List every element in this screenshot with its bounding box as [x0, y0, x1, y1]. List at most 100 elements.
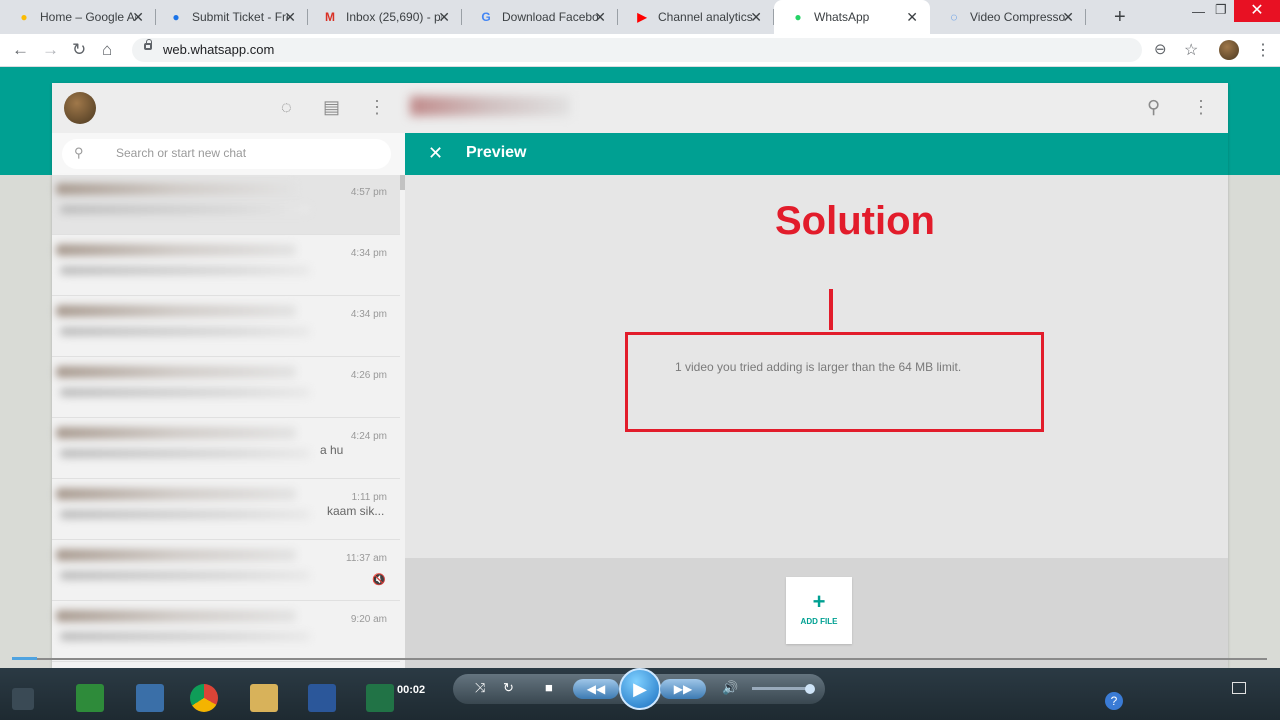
search-placeholder: Search or start new chat: [116, 146, 247, 160]
chat-list-item[interactable]: 11:37 am 🔇: [52, 541, 400, 601]
lock-icon[interactable]: [144, 39, 152, 50]
muted-icon: 🔇: [372, 574, 386, 586]
search-icon: ⚲: [74, 145, 84, 160]
paint-icon[interactable]: [136, 684, 164, 712]
repeat-icon[interactable]: ↻: [503, 680, 514, 696]
contact-name-blurred: [56, 183, 296, 195]
tab-title: Submit Ticket - Freshdesk: [192, 10, 288, 24]
my-profile-avatar[interactable]: [64, 92, 96, 124]
chat-time: 4:34 pm: [350, 248, 387, 259]
store-icon[interactable]: [76, 684, 104, 712]
show-desktop-icon[interactable]: [1232, 682, 1246, 694]
tab-close-icon[interactable]: ✕: [132, 9, 144, 26]
volume-knob[interactable]: [805, 684, 815, 694]
chat-time: 11:37 am: [346, 553, 387, 564]
contact-name-blurred: [410, 96, 570, 116]
tab-close-icon[interactable]: ✕: [438, 9, 450, 26]
tab-title: Inbox (25,690) - private: [346, 10, 442, 24]
tab-5[interactable]: ▶ Channel analytics - YouTube✕: [618, 0, 774, 34]
word-icon[interactable]: [308, 684, 336, 712]
chrome-taskbar-icon[interactable]: [190, 684, 218, 712]
contact-name-blurred: [56, 305, 296, 317]
contact-name-blurred: [56, 366, 296, 378]
new-tab-button[interactable]: +: [1114, 6, 1126, 29]
chat-list-item[interactable]: 1:11 pm kaam sik...: [52, 480, 400, 540]
last-message-blurred: [60, 571, 310, 580]
tab-6[interactable]: ● WhatsApp ✕: [774, 0, 930, 34]
chat-time: 4:57 pm: [350, 187, 387, 198]
chat-list-item[interactable]: 4:34 pm: [52, 297, 400, 357]
chat-list-item[interactable]: 4:26 pm: [52, 358, 400, 418]
url-text[interactable]: web.whatsapp.com: [163, 42, 274, 57]
preview-bar: [405, 133, 1228, 175]
zoom-icon[interactable]: ⊖: [1154, 40, 1167, 58]
window-close-icon[interactable]: ✕: [1234, 0, 1280, 22]
restore-icon[interactable]: ❐: [1215, 2, 1227, 18]
tab-7[interactable]: ◌ Video Compressor ✕: [930, 0, 1086, 34]
tab-close-icon[interactable]: ✕: [284, 9, 296, 26]
contact-name-blurred: [56, 427, 296, 439]
chat-list-item[interactable]: 4:24 pm a hu: [52, 419, 400, 479]
video-progress-track[interactable]: [12, 658, 1267, 660]
annotation-pointer-line: [829, 289, 833, 330]
conversation-search-icon[interactable]: ⚲: [1147, 97, 1160, 118]
shuffle-icon[interactable]: ⤨: [475, 680, 485, 696]
tab-title: WhatsApp: [814, 10, 870, 24]
help-icon[interactable]: ?: [1105, 692, 1123, 710]
add-file-button[interactable]: + ADD FILE: [786, 577, 852, 644]
tab-3[interactable]: M Inbox (25,690) - private✕: [306, 0, 462, 34]
tab-title: Channel analytics - YouTube: [658, 10, 754, 24]
profile-avatar[interactable]: [1219, 40, 1239, 60]
tab-4[interactable]: G Download Facebook✕: [462, 0, 618, 34]
sidebar-header: [52, 83, 405, 133]
preview-title: Preview: [466, 144, 527, 161]
stop-icon[interactable]: ■: [545, 680, 553, 695]
tab-2[interactable]: ● Submit Ticket - Freshdesk✕: [152, 0, 308, 34]
chat-list-item[interactable]: 4:34 pm: [52, 236, 400, 296]
conversation-menu-icon[interactable]: ⋮: [1192, 97, 1210, 118]
start-icon[interactable]: [12, 688, 34, 710]
tab-close-icon[interactable]: ✕: [594, 9, 606, 26]
chat-list-item[interactable]: 9:20 am: [52, 602, 400, 662]
contact-name-blurred: [56, 244, 296, 256]
tab-close-icon[interactable]: ✕: [1062, 9, 1074, 26]
whatsapp-icon: ●: [794, 10, 802, 24]
chat-list-item[interactable]: 4:57 pm: [52, 175, 400, 235]
google-ads-icon: ●: [20, 10, 28, 24]
tab-close-icon[interactable]: ✕: [906, 9, 918, 26]
bookmark-star-icon[interactable]: ☆: [1184, 40, 1198, 60]
last-message-snippet: a hu: [320, 443, 344, 457]
forward-icon[interactable]: →: [42, 40, 59, 60]
home-icon[interactable]: ⌂: [102, 40, 112, 60]
tab-1[interactable]: ● Home – Google Ads✕: [0, 0, 156, 34]
excel-icon[interactable]: [366, 684, 394, 712]
file-explorer-icon[interactable]: [250, 684, 278, 712]
minimize-icon[interactable]: —: [1192, 4, 1205, 19]
reload-icon[interactable]: ↻: [72, 40, 86, 60]
plus-icon: +: [812, 589, 826, 614]
last-message-blurred: [60, 510, 310, 519]
tab-separator: [1085, 9, 1086, 25]
loading-icon: ◌: [950, 10, 958, 24]
annotation-highlight-box: [625, 332, 1044, 432]
last-message-snippet: kaam sik...: [327, 504, 385, 518]
sidebar-menu-icon[interactable]: ⋮: [368, 97, 386, 118]
browser-menu-icon[interactable]: ⋮: [1255, 40, 1271, 60]
status-icon[interactable]: ◌: [281, 97, 292, 118]
play-icon[interactable]: ▶: [619, 668, 661, 710]
back-icon[interactable]: ←: [12, 40, 29, 60]
last-message-blurred: [60, 327, 310, 336]
address-bar[interactable]: [132, 38, 1142, 62]
last-message-blurred: [60, 388, 310, 397]
rewind-icon[interactable]: ◀◀: [573, 679, 619, 699]
new-chat-icon[interactable]: ▤: [323, 97, 340, 118]
preview-close-icon[interactable]: ✕: [428, 143, 443, 164]
last-message-blurred: [60, 266, 310, 275]
volume-icon[interactable]: 🔊: [722, 680, 738, 696]
chat-time: 1:11 pm: [351, 492, 387, 503]
tab-title: Download Facebook: [502, 10, 598, 24]
file-size-error-message: 1 video you tried adding is larger than …: [675, 360, 962, 374]
tab-close-icon[interactable]: ✕: [750, 9, 762, 26]
fast-forward-icon[interactable]: ▶▶: [660, 679, 706, 699]
last-message-blurred: [60, 449, 310, 458]
